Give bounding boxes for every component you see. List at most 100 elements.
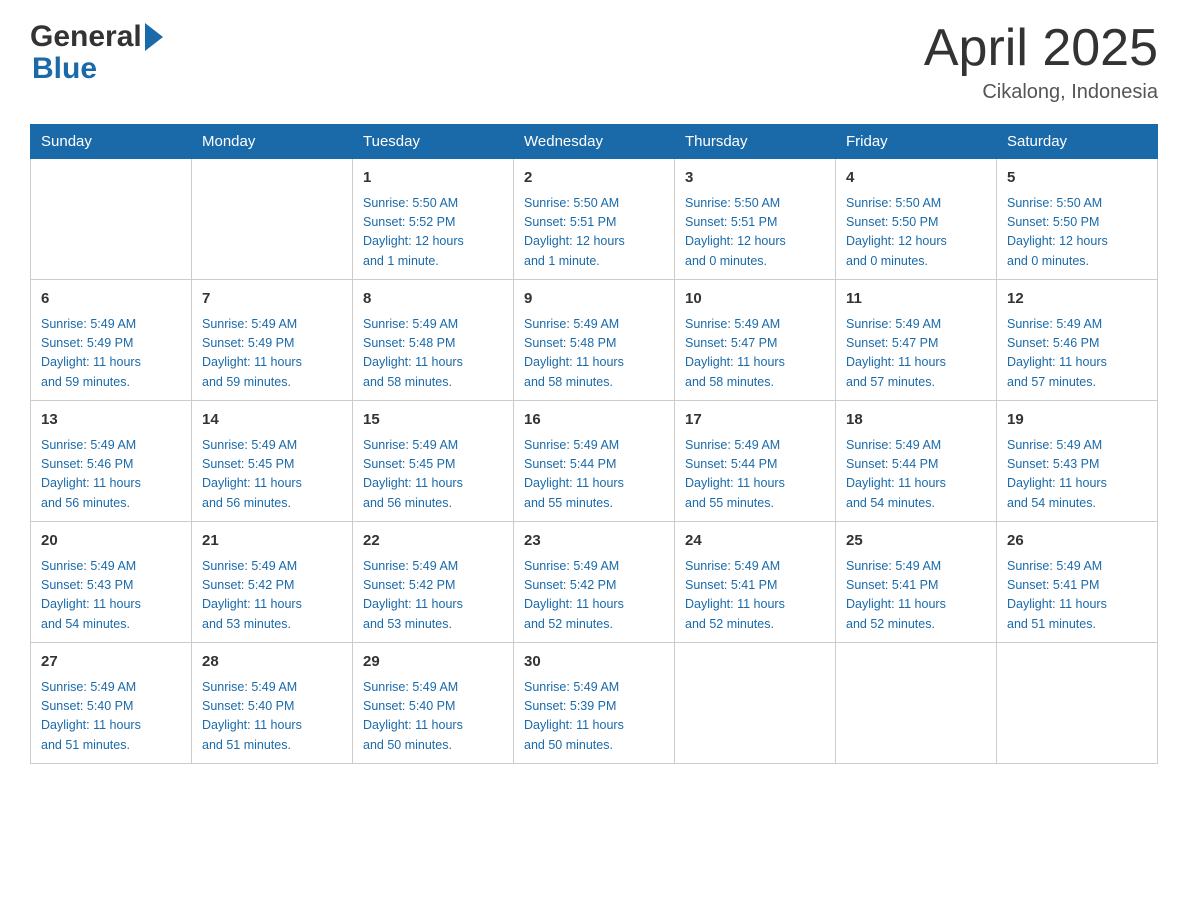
day-info: Sunrise: 5:49 AM Sunset: 5:48 PM Dayligh… xyxy=(363,315,503,393)
header-tuesday: Tuesday xyxy=(353,125,514,159)
calendar-week-row: 1Sunrise: 5:50 AM Sunset: 5:52 PM Daylig… xyxy=(31,159,1158,280)
day-info: Sunrise: 5:49 AM Sunset: 5:48 PM Dayligh… xyxy=(524,315,664,393)
calendar-cell: 22 Sunrise: 5:49 AM Sunset: 5:42 PM Dayli… xyxy=(353,522,514,643)
calendar-cell: 12Sunrise: 5:49 AM Sunset: 5:46 PM Dayli… xyxy=(997,280,1158,401)
header-sunday: Sunday xyxy=(31,125,192,159)
day-info: Sunrise: 5:49 AM Sunset: 5:40 PM Dayligh… xyxy=(363,678,503,756)
day-number: 30 xyxy=(524,651,664,674)
day-info: Sunrise: 5:49 AM Sunset: 5:41 PM Dayligh… xyxy=(846,557,986,635)
day-info: Sunrise: 5:50 AM Sunset: 5:50 PM Dayligh… xyxy=(1007,194,1147,272)
calendar-cell: 7Sunrise: 5:49 AM Sunset: 5:49 PM Daylig… xyxy=(192,280,353,401)
header-wednesday: Wednesday xyxy=(514,125,675,159)
day-info: Sunrise: 5:49 AM Sunset: 5:43 PM Dayligh… xyxy=(1007,436,1147,514)
day-info: Sunrise: 5:49 AM Sunset: 5:49 PM Dayligh… xyxy=(41,315,181,393)
calendar-cell: 16Sunrise: 5:49 AM Sunset: 5:44 PM Dayli… xyxy=(514,401,675,522)
day-info: Sunrise: 5:50 AM Sunset: 5:51 PM Dayligh… xyxy=(524,194,664,272)
day-number: 18 xyxy=(846,409,986,432)
calendar-table: Sunday Monday Tuesday Wednesday Thursday… xyxy=(30,124,1158,764)
calendar-cell: 9 Sunrise: 5:49 AM Sunset: 5:48 PM Daylig… xyxy=(514,280,675,401)
calendar-cell: 27 Sunrise: 5:49 AM Sunset: 5:40 PM Dayli… xyxy=(31,643,192,764)
calendar-cell: 30 Sunrise: 5:49 AM Sunset: 5:39 PM Dayli… xyxy=(514,643,675,764)
calendar-cell: 11 Sunrise: 5:49 AM Sunset: 5:47 PM Dayli… xyxy=(836,280,997,401)
day-number: 22 xyxy=(363,530,503,553)
calendar-cell: 5 Sunrise: 5:50 AM Sunset: 5:50 PM Daylig… xyxy=(997,159,1158,280)
calendar-cell: 8 Sunrise: 5:49 AM Sunset: 5:48 PM Daylig… xyxy=(353,280,514,401)
day-number: 23 xyxy=(524,530,664,553)
header: General Blue April 2025 Cikalong, Indone… xyxy=(30,20,1158,104)
day-number: 17 xyxy=(685,409,825,432)
day-info: Sunrise: 5:49 AM Sunset: 5:47 PM Dayligh… xyxy=(685,315,825,393)
calendar-cell: 19 Sunrise: 5:49 AM Sunset: 5:43 PM Dayli… xyxy=(997,401,1158,522)
day-info: Sunrise: 5:49 AM Sunset: 5:41 PM Dayligh… xyxy=(1007,557,1147,635)
logo: General Blue xyxy=(30,20,164,84)
day-number: 10 xyxy=(685,288,825,311)
calendar-cell: 25Sunrise: 5:49 AM Sunset: 5:41 PM Dayli… xyxy=(836,522,997,643)
day-number: 8 xyxy=(363,288,503,311)
day-info: Sunrise: 5:49 AM Sunset: 5:46 PM Dayligh… xyxy=(41,436,181,514)
calendar-week-row: 27 Sunrise: 5:49 AM Sunset: 5:40 PM Dayli… xyxy=(31,643,1158,764)
day-info: Sunrise: 5:49 AM Sunset: 5:39 PM Dayligh… xyxy=(524,678,664,756)
day-number: 5 xyxy=(1007,167,1147,190)
day-number: 27 xyxy=(41,651,181,674)
location-subtitle: Cikalong, Indonesia xyxy=(924,81,1158,104)
day-number: 9 xyxy=(524,288,664,311)
day-info: Sunrise: 5:49 AM Sunset: 5:49 PM Dayligh… xyxy=(202,315,342,393)
calendar-cell: 2 Sunrise: 5:50 AM Sunset: 5:51 PM Daylig… xyxy=(514,159,675,280)
day-number: 26 xyxy=(1007,530,1147,553)
day-number: 4 xyxy=(846,167,986,190)
calendar-week-row: 13 Sunrise: 5:49 AM Sunset: 5:46 PM Dayli… xyxy=(31,401,1158,522)
day-number: 1 xyxy=(363,167,503,190)
day-info: Sunrise: 5:49 AM Sunset: 5:44 PM Dayligh… xyxy=(685,436,825,514)
day-info: Sunrise: 5:49 AM Sunset: 5:40 PM Dayligh… xyxy=(202,678,342,756)
calendar-cell: 18 Sunrise: 5:49 AM Sunset: 5:44 PM Dayli… xyxy=(836,401,997,522)
calendar-cell xyxy=(836,643,997,764)
header-saturday: Saturday xyxy=(997,125,1158,159)
calendar-cell: 14 Sunrise: 5:49 AM Sunset: 5:45 PM Dayli… xyxy=(192,401,353,522)
day-info: Sunrise: 5:49 AM Sunset: 5:44 PM Dayligh… xyxy=(846,436,986,514)
day-number: 3 xyxy=(685,167,825,190)
day-number: 28 xyxy=(202,651,342,674)
calendar-cell: 26 Sunrise: 5:49 AM Sunset: 5:41 PM Dayli… xyxy=(997,522,1158,643)
calendar-cell: 3 Sunrise: 5:50 AM Sunset: 5:51 PM Daylig… xyxy=(675,159,836,280)
day-info: Sunrise: 5:49 AM Sunset: 5:42 PM Dayligh… xyxy=(202,557,342,635)
calendar-week-row: 20Sunrise: 5:49 AM Sunset: 5:43 PM Dayli… xyxy=(31,522,1158,643)
day-info: Sunrise: 5:49 AM Sunset: 5:42 PM Dayligh… xyxy=(363,557,503,635)
day-info: Sunrise: 5:49 AM Sunset: 5:45 PM Dayligh… xyxy=(202,436,342,514)
day-info: Sunrise: 5:50 AM Sunset: 5:50 PM Dayligh… xyxy=(846,194,986,272)
header-friday: Friday xyxy=(836,125,997,159)
calendar-cell: 23Sunrise: 5:49 AM Sunset: 5:42 PM Dayli… xyxy=(514,522,675,643)
day-number: 2 xyxy=(524,167,664,190)
calendar-cell: 17 Sunrise: 5:49 AM Sunset: 5:44 PM Dayli… xyxy=(675,401,836,522)
day-info: Sunrise: 5:49 AM Sunset: 5:46 PM Dayligh… xyxy=(1007,315,1147,393)
calendar-cell: 4 Sunrise: 5:50 AM Sunset: 5:50 PM Daylig… xyxy=(836,159,997,280)
day-info: Sunrise: 5:49 AM Sunset: 5:41 PM Dayligh… xyxy=(685,557,825,635)
calendar-cell: 15Sunrise: 5:49 AM Sunset: 5:45 PM Dayli… xyxy=(353,401,514,522)
calendar-cell: 24 Sunrise: 5:49 AM Sunset: 5:41 PM Dayli… xyxy=(675,522,836,643)
day-info: Sunrise: 5:50 AM Sunset: 5:51 PM Dayligh… xyxy=(685,194,825,272)
weekday-header-row: Sunday Monday Tuesday Wednesday Thursday… xyxy=(31,125,1158,159)
logo-general-text: General xyxy=(30,20,142,54)
calendar-cell: 28 Sunrise: 5:49 AM Sunset: 5:40 PM Dayli… xyxy=(192,643,353,764)
day-info: Sunrise: 5:49 AM Sunset: 5:40 PM Dayligh… xyxy=(41,678,181,756)
month-title: April 2025 xyxy=(924,20,1158,77)
day-number: 29 xyxy=(363,651,503,674)
day-info: Sunrise: 5:49 AM Sunset: 5:43 PM Dayligh… xyxy=(41,557,181,635)
calendar-cell: 20Sunrise: 5:49 AM Sunset: 5:43 PM Dayli… xyxy=(31,522,192,643)
title-area: April 2025 Cikalong, Indonesia xyxy=(924,20,1158,104)
day-number: 13 xyxy=(41,409,181,432)
day-number: 24 xyxy=(685,530,825,553)
day-info: Sunrise: 5:49 AM Sunset: 5:47 PM Dayligh… xyxy=(846,315,986,393)
calendar-cell: 1Sunrise: 5:50 AM Sunset: 5:52 PM Daylig… xyxy=(353,159,514,280)
day-number: 11 xyxy=(846,288,986,311)
day-number: 6 xyxy=(41,288,181,311)
calendar-cell: 29 Sunrise: 5:49 AM Sunset: 5:40 PM Dayli… xyxy=(353,643,514,764)
header-thursday: Thursday xyxy=(675,125,836,159)
day-number: 14 xyxy=(202,409,342,432)
calendar-week-row: 6 Sunrise: 5:49 AM Sunset: 5:49 PM Daylig… xyxy=(31,280,1158,401)
day-number: 19 xyxy=(1007,409,1147,432)
logo-triangle-icon xyxy=(145,23,163,51)
day-info: Sunrise: 5:49 AM Sunset: 5:45 PM Dayligh… xyxy=(363,436,503,514)
calendar-cell: 13 Sunrise: 5:49 AM Sunset: 5:46 PM Dayli… xyxy=(31,401,192,522)
calendar-cell: 21Sunrise: 5:49 AM Sunset: 5:42 PM Dayli… xyxy=(192,522,353,643)
calendar-cell: 6 Sunrise: 5:49 AM Sunset: 5:49 PM Daylig… xyxy=(31,280,192,401)
